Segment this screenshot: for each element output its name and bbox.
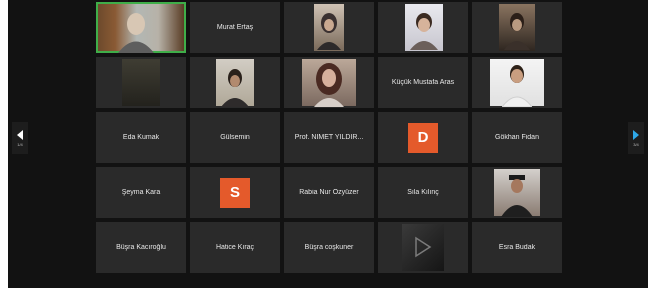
avatar: S — [220, 177, 250, 208]
page-indicator-next: 3/4 — [633, 141, 639, 147]
participant-tile-video-8[interactable] — [284, 57, 374, 108]
participant-name: Gökhan Fidan — [495, 134, 539, 141]
participant-tile-gokhan-fidan[interactable]: Gökhan Fidan — [472, 112, 562, 163]
participant-name: Büşra Kacıroğlu — [116, 244, 166, 251]
play-icon — [415, 236, 432, 258]
participant-tile-hatice-kirac[interactable]: Hatice Kıraç — [190, 222, 280, 273]
participant-tile-kucuk-mustafa-aras[interactable]: Küçük Mustafa Aras — [378, 57, 468, 108]
participant-name: Gülsemin — [220, 134, 250, 141]
participant-tile-video-4[interactable] — [378, 2, 468, 53]
participant-grid: Murat Ertaş Küçük Mustafa Aras Eda Kumak… — [96, 2, 562, 273]
person-silhouette-icon — [504, 13, 530, 50]
participant-tile-video-3[interactable] — [284, 2, 374, 53]
participant-tile-esra-budak[interactable]: Esra Budak — [472, 222, 562, 273]
participant-tile-busra-kaciroglu[interactable]: Büşra Kacıroğlu — [96, 222, 186, 273]
participant-tile-video-20[interactable] — [472, 167, 562, 218]
participant-tile-prof-nimet-yildir[interactable]: Prof. NİMET YILDIR... — [284, 112, 374, 163]
arrow-right-icon — [633, 129, 639, 140]
participant-name: Hatice Kıraç — [215, 244, 255, 251]
participant-name: Prof. NİMET YILDIR... — [294, 134, 364, 141]
person-silhouette-icon — [118, 13, 154, 53]
participant-name: Küçük Mustafa Aras — [391, 79, 455, 86]
avatar-letter: S — [229, 184, 240, 201]
participant-tile-murat-ertas[interactable]: Murat Ertaş — [190, 2, 280, 53]
participant-tile-seyma-kara[interactable]: Şeyma Kara — [96, 167, 186, 218]
avatar: D — [408, 122, 438, 153]
participant-tile-video-24[interactable] — [378, 222, 468, 273]
participant-tile-eda-kumak[interactable]: Eda Kumak — [96, 112, 186, 163]
participant-name: Rabia Nur Özyüzer — [299, 189, 359, 196]
person-silhouette-icon — [501, 175, 533, 217]
participant-name: Esra Budak — [498, 244, 536, 251]
participant-tile-video-6[interactable] — [96, 57, 186, 108]
participant-tile-gulsemin[interactable]: Gülsemin — [190, 112, 280, 163]
participant-tile-rabia-nur-ozyuzer[interactable]: Rabia Nur Özyüzer — [284, 167, 374, 218]
participant-tile-video-10[interactable] — [472, 57, 562, 108]
participant-name: Şeyma Kara — [121, 189, 161, 196]
participant-name: Eda Kumak — [122, 134, 160, 141]
next-page-button[interactable]: 3/4 — [628, 122, 644, 154]
participant-tile-s[interactable]: S — [190, 167, 280, 218]
participant-tile-video-1[interactable] — [96, 2, 186, 53]
participant-name: Murat Ertaş — [216, 24, 254, 31]
participant-tile-d[interactable]: D — [378, 112, 468, 163]
participant-tile-video-5[interactable] — [472, 2, 562, 53]
participant-tile-video-7[interactable] — [190, 57, 280, 108]
person-silhouette-icon — [317, 13, 341, 50]
person-silhouette-icon — [221, 69, 249, 107]
person-silhouette-icon — [502, 65, 532, 107]
previous-page-button[interactable]: 1/4 — [12, 122, 28, 154]
video-feed — [122, 59, 160, 106]
participant-name: Sıla Kılınç — [407, 189, 439, 196]
person-silhouette-icon — [314, 63, 344, 107]
meeting-gallery: 1/4 Murat Ertaş Küçük Mustafa Aras Eda K… — [8, 0, 648, 288]
participant-name: Büşra coşkuner — [304, 244, 354, 251]
avatar-letter: D — [417, 129, 429, 146]
person-silhouette-icon — [410, 13, 438, 50]
page-indicator-prev: 1/4 — [17, 141, 23, 147]
arrow-left-icon — [17, 129, 23, 140]
participant-tile-sila-kilinc[interactable]: Sıla Kılınç — [378, 167, 468, 218]
participant-tile-busra-coskuner[interactable]: Büşra coşkuner — [284, 222, 374, 273]
